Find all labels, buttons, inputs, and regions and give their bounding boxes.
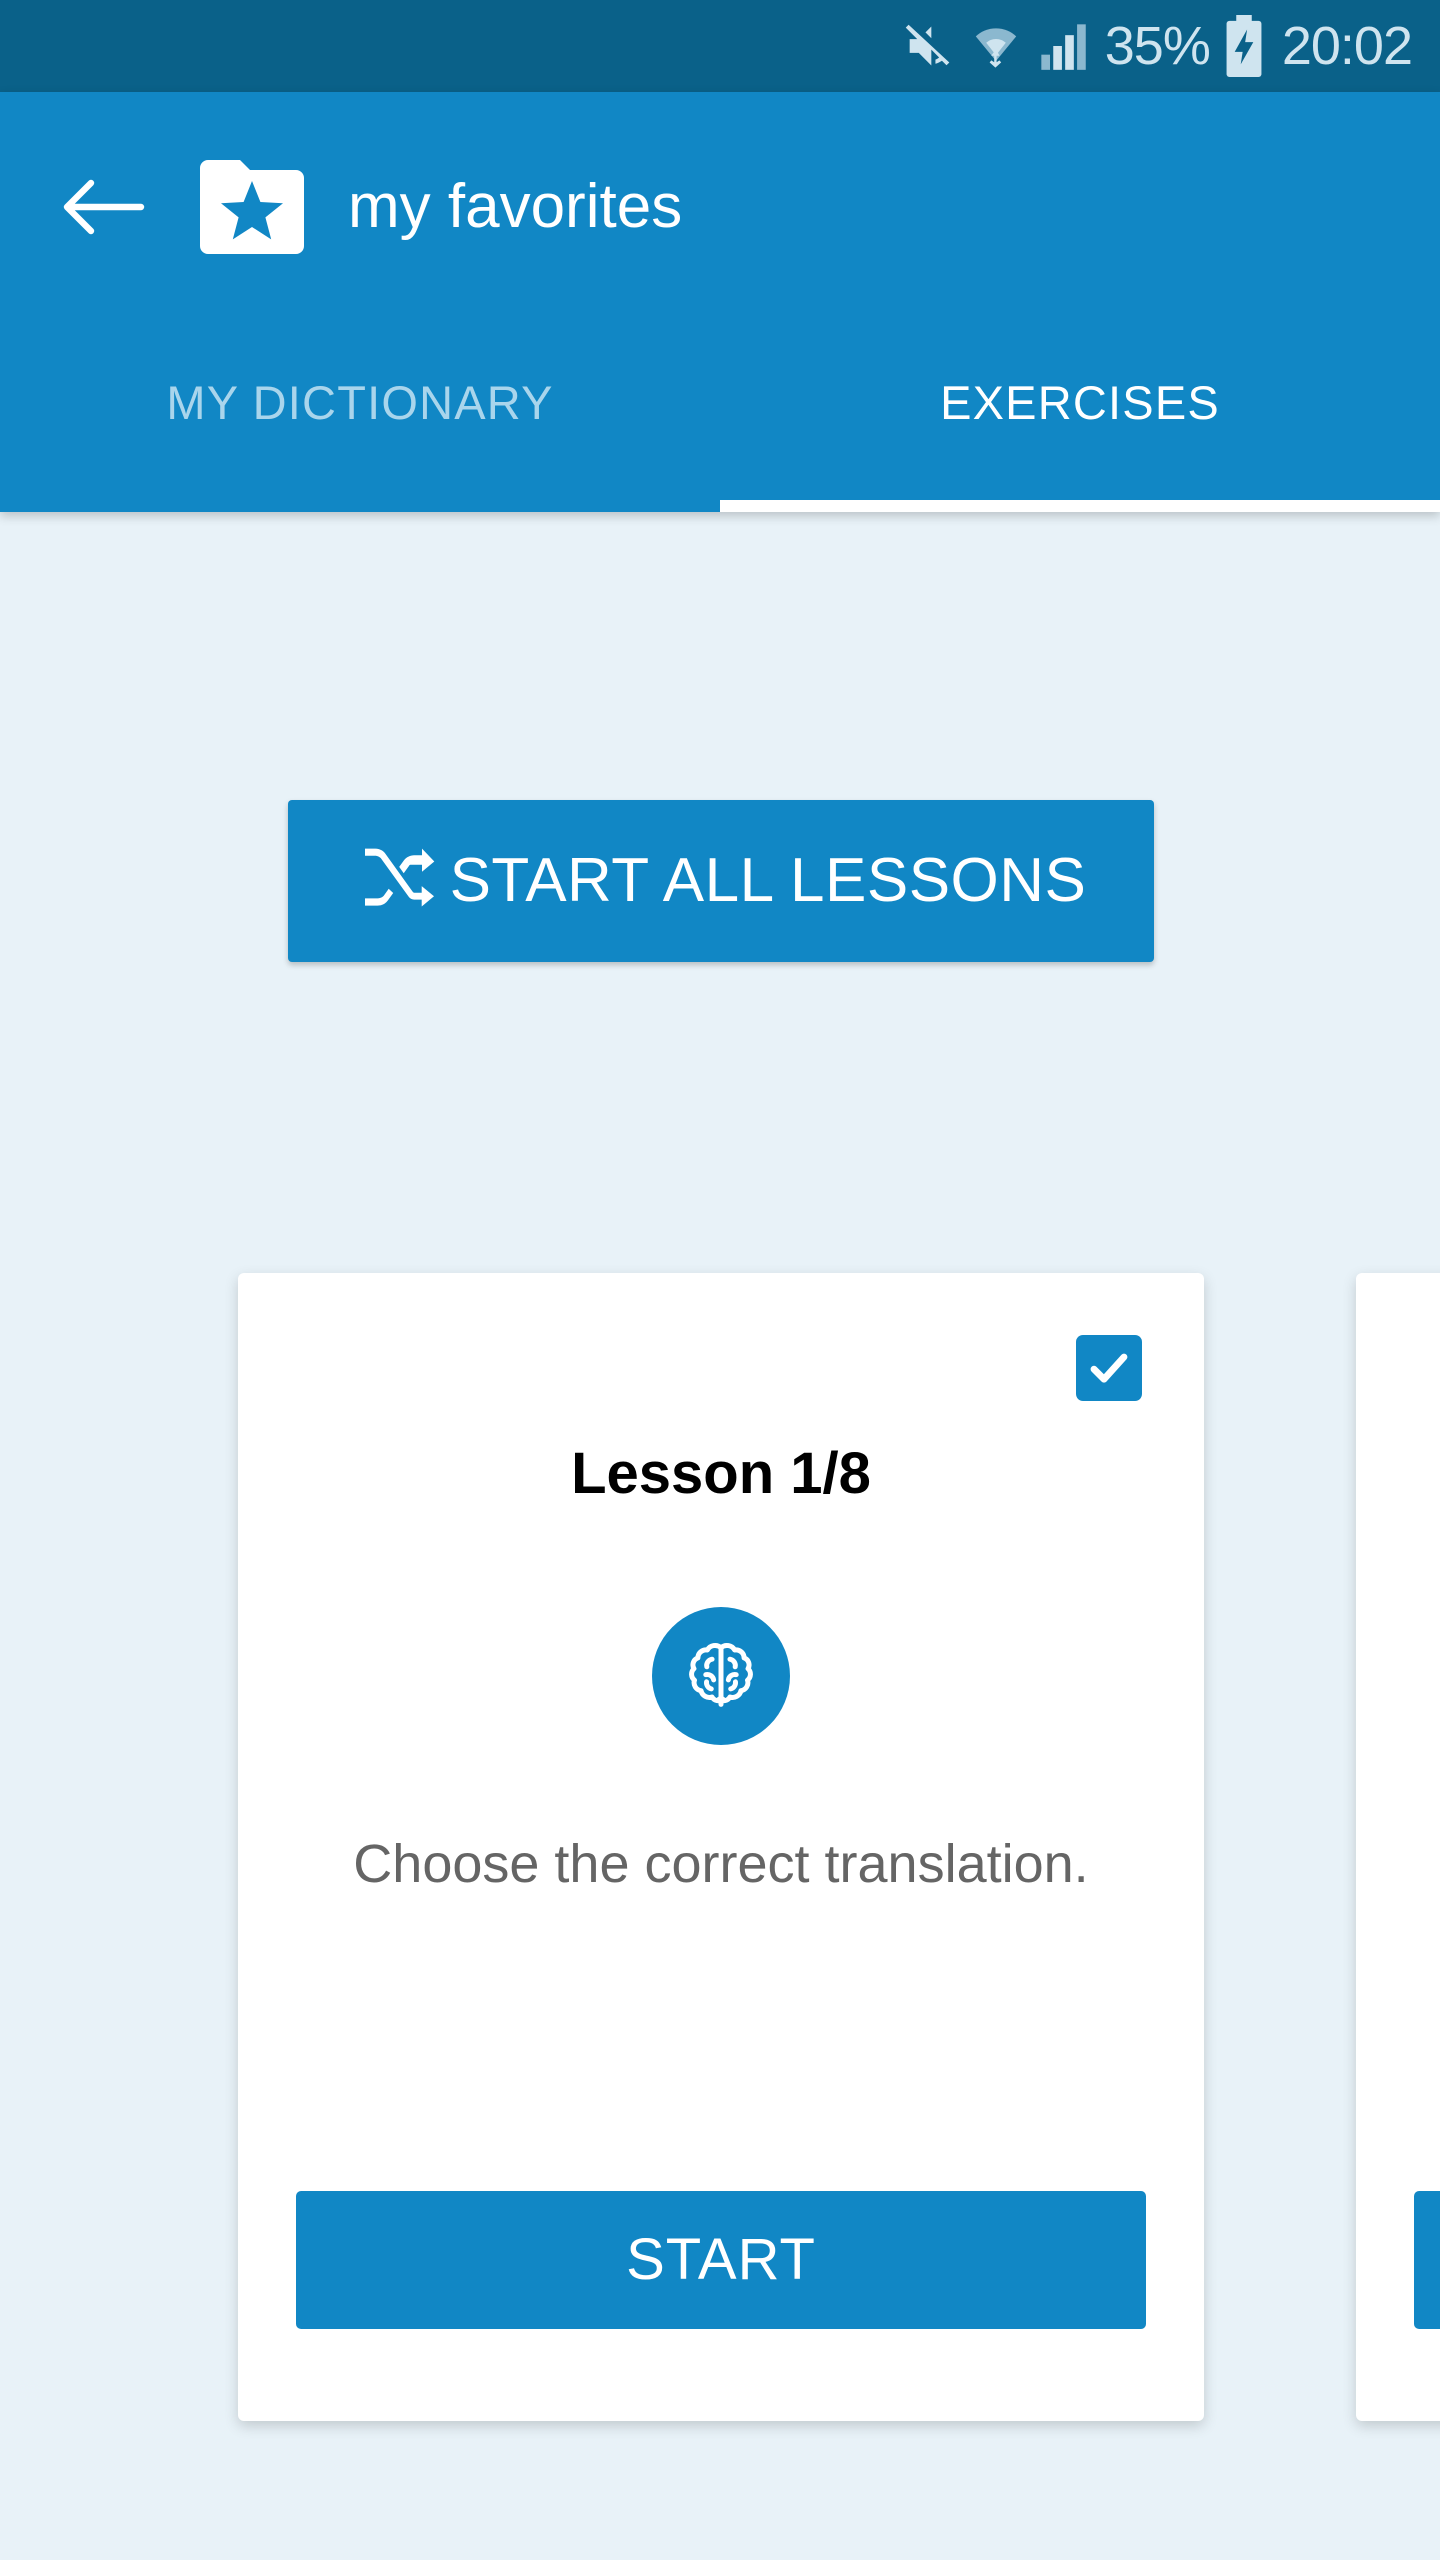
lesson-title: Lesson 1/8 — [571, 1441, 871, 1506]
battery-percent-label: 35% — [1104, 16, 1211, 76]
lesson-start-button[interactable]: START — [296, 2191, 1146, 2329]
signal-icon — [1039, 20, 1087, 72]
start-all-lessons-label: START ALL LESSONS — [449, 846, 1087, 915]
lesson-card[interactable]: Lesson 1/8 Choose the correct translatio… — [238, 1273, 1204, 2421]
check-icon — [1090, 1353, 1128, 1383]
tab-exercises-label: EXERCISES — [940, 375, 1220, 429]
status-bar: 35% 20:02 — [0, 0, 1440, 92]
clock-label: 20:02 — [1281, 16, 1413, 76]
back-arrow-icon — [63, 179, 145, 235]
page-title: my favorites — [348, 172, 683, 241]
lesson-cards-carousel[interactable]: Lesson 1/8 Choose the correct translatio… — [0, 1273, 1440, 2423]
tab-bar: MY DICTIONARY EXERCISES — [0, 322, 1440, 512]
tab-my-dictionary-label: MY DICTIONARY — [166, 375, 554, 429]
shuffle-icon — [356, 839, 440, 923]
back-button[interactable] — [60, 164, 146, 250]
lesson-card-next[interactable] — [1356, 1273, 1440, 2421]
lesson-completed-checkbox[interactable] — [1076, 1335, 1142, 1401]
app-bar: my favorites MY DICTIONARY EXERCISES — [0, 92, 1440, 512]
lesson-description: Choose the correct translation. — [353, 1834, 1089, 1894]
app-screen: 35% 20:02 my favorites MY DICTIONARY EXE… — [0, 0, 1440, 2560]
folder-star-icon — [198, 159, 306, 255]
lesson-start-label: START — [626, 2227, 816, 2292]
tab-my-dictionary[interactable]: MY DICTIONARY — [0, 322, 720, 512]
lesson-start-button-next[interactable] — [1414, 2191, 1440, 2329]
wifi-icon — [971, 20, 1021, 72]
tab-active-indicator — [720, 500, 1440, 512]
app-bar-top-row: my favorites — [0, 92, 1440, 322]
tab-exercises[interactable]: EXERCISES — [720, 322, 1440, 512]
mute-icon — [901, 20, 953, 72]
battery-charging-icon — [1224, 15, 1264, 77]
brain-icon — [652, 1607, 790, 1745]
start-all-lessons-button[interactable]: START ALL LESSONS — [288, 800, 1154, 962]
